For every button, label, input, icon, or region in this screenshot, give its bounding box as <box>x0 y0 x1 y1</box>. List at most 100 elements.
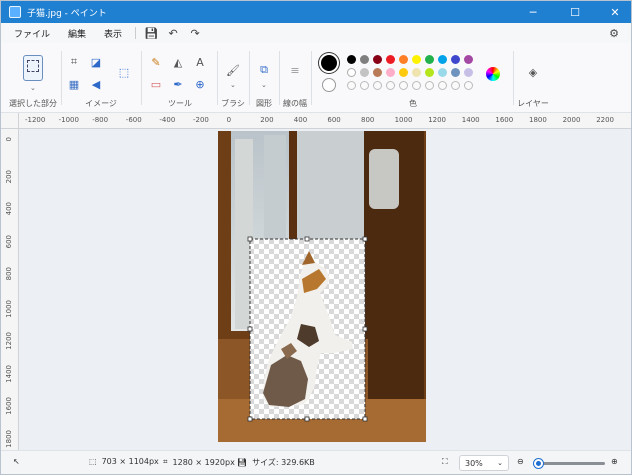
zoom-slider[interactable] <box>533 459 605 468</box>
menu-view[interactable]: 表示 <box>95 27 131 40</box>
zoom-select[interactable]: 30% ⌄ <box>459 455 509 471</box>
selection-size-text: 703 × 1104px <box>101 457 159 466</box>
color-swatch[interactable] <box>399 68 408 77</box>
text-button[interactable]: A <box>191 53 209 71</box>
empty-color-slot[interactable] <box>451 81 460 90</box>
color-swatch[interactable] <box>347 55 356 64</box>
color-swatch[interactable] <box>399 55 408 64</box>
magnifier-icon: ⊕ <box>195 77 205 91</box>
color-picker-button[interactable]: ✒ <box>169 75 187 93</box>
magnifier-button[interactable]: ⊕ <box>191 75 209 93</box>
settings-button[interactable]: ⚙ <box>603 23 625 43</box>
color-swatch[interactable] <box>412 55 421 64</box>
background-remove-button[interactable]: ⬚ <box>115 63 133 81</box>
selection-region[interactable] <box>247 236 368 422</box>
empty-color-slot[interactable] <box>438 81 447 90</box>
text-icon: A <box>196 55 204 69</box>
color-swatch[interactable] <box>451 68 460 77</box>
ruler-tick-label: 800 <box>361 116 375 124</box>
selection-button[interactable] <box>23 55 43 81</box>
brushes-dropdown-icon[interactable]: ⌄ <box>230 81 236 89</box>
canvas-svg <box>218 131 426 442</box>
shapes-dropdown-icon[interactable]: ⌄ <box>261 81 267 89</box>
maximize-button[interactable]: ☐ <box>561 1 589 23</box>
color-swatch[interactable] <box>360 55 369 64</box>
menu-bar: ファイル 編集 表示 💾︎ ↶ ↷ ⚙ <box>1 23 631 43</box>
empty-color-slot[interactable] <box>373 81 382 90</box>
color-swatch[interactable] <box>412 68 421 77</box>
pencil-button[interactable]: ✎ <box>147 53 165 71</box>
secondary-color-swatch[interactable] <box>322 78 336 92</box>
undo-button[interactable]: ↶ <box>162 23 184 43</box>
rotate-button[interactable]: ◀ <box>87 75 105 93</box>
chevron-down-icon: ⌄ <box>497 459 503 467</box>
ruler-tick-label: 0 <box>226 116 232 124</box>
resize-button[interactable]: ◪ <box>87 53 105 71</box>
redo-icon: ↷ <box>190 26 200 40</box>
fill-bucket-icon: ◭ <box>173 55 183 69</box>
redo-button[interactable]: ↷ <box>184 23 206 43</box>
color-swatch[interactable] <box>373 55 382 64</box>
color-swatch[interactable] <box>386 55 395 64</box>
ruler-corner <box>1 113 19 129</box>
empty-color-slot[interactable] <box>425 81 434 90</box>
crop-button[interactable]: ⌗ <box>65 53 83 71</box>
title-bar: 子猫.jpg - ペイント ─ ☐ ✕ <box>1 1 631 23</box>
menu-file[interactable]: ファイル <box>5 27 59 40</box>
color-swatch[interactable] <box>438 55 447 64</box>
ruler-tick-label: -600 <box>125 116 142 124</box>
color-swatch[interactable] <box>360 68 369 77</box>
empty-color-slot[interactable] <box>412 81 421 90</box>
cursor-position: ↖ <box>13 457 20 466</box>
save-button[interactable]: 💾︎ <box>140 23 162 43</box>
color-swatch[interactable] <box>464 55 473 64</box>
fit-to-window-button[interactable]: ⛶ <box>442 457 448 467</box>
eraser-button[interactable]: ▭ <box>147 75 165 93</box>
paint-window: 子猫.jpg - ペイント ─ ☐ ✕ ファイル 編集 表示 💾︎ ↶ ↷ ⚙ … <box>0 0 632 475</box>
color-swatch[interactable] <box>347 68 356 77</box>
zoom-in-icon: ⊕ <box>611 457 618 466</box>
resize-icon: ◪ <box>90 55 102 69</box>
shapes-button[interactable]: ⧉ <box>255 61 273 79</box>
image-label: イメージ <box>85 99 117 108</box>
size-button[interactable]: ≡ <box>286 61 304 79</box>
empty-color-slot[interactable] <box>347 81 356 90</box>
canvas-area[interactable] <box>19 129 631 450</box>
image-select-icon: ⬚ <box>118 65 130 79</box>
color-swatch[interactable] <box>451 55 460 64</box>
fill-button[interactable]: ◭ <box>169 53 187 71</box>
menu-edit[interactable]: 編集 <box>59 27 95 40</box>
brushes-label: ブラシ <box>221 99 245 108</box>
color-swatch[interactable] <box>464 68 473 77</box>
selection-label: 選択した部分 <box>9 99 57 108</box>
shapes-icon: ⧉ <box>260 63 268 76</box>
edit-colors-button[interactable] <box>486 67 500 81</box>
brushes-button[interactable]: 🖌︎ <box>224 61 242 79</box>
save-icon: 💾︎ <box>144 26 159 40</box>
zoom-out-button[interactable]: ⊖ <box>517 457 524 466</box>
color-swatch[interactable] <box>425 55 434 64</box>
minimize-button[interactable]: ─ <box>519 1 547 23</box>
empty-color-slot[interactable] <box>399 81 408 90</box>
zoom-in-button[interactable]: ⊕ <box>611 457 618 466</box>
color-swatch[interactable] <box>373 68 382 77</box>
color-swatch[interactable] <box>386 68 395 77</box>
primary-color-swatch[interactable] <box>321 55 337 71</box>
empty-color-slot[interactable] <box>464 81 473 90</box>
empty-color-slot[interactable] <box>386 81 395 90</box>
ruler-tick-label: 200 <box>260 116 274 124</box>
empty-color-slot[interactable] <box>360 81 369 90</box>
selection-dropdown-icon[interactable]: ⌄ <box>30 84 36 92</box>
close-button[interactable]: ✕ <box>601 1 629 23</box>
colors-group: 色 <box>315 47 511 109</box>
color-swatch[interactable] <box>438 68 447 77</box>
zoom-slider-thumb[interactable] <box>534 459 544 468</box>
selection-group: ⌄ 選択した部分 <box>9 47 57 109</box>
color-swatch[interactable] <box>425 68 434 77</box>
ruler-tick-label: 0 <box>5 137 13 142</box>
flip-button[interactable]: ▦ <box>65 75 83 93</box>
shapes-group: ⧉ ⌄ 図形 <box>251 47 277 109</box>
layers-button[interactable]: ◈ <box>524 63 542 81</box>
shapes-label: 図形 <box>256 99 272 108</box>
ruler-tick-label: 400 <box>5 202 13 216</box>
